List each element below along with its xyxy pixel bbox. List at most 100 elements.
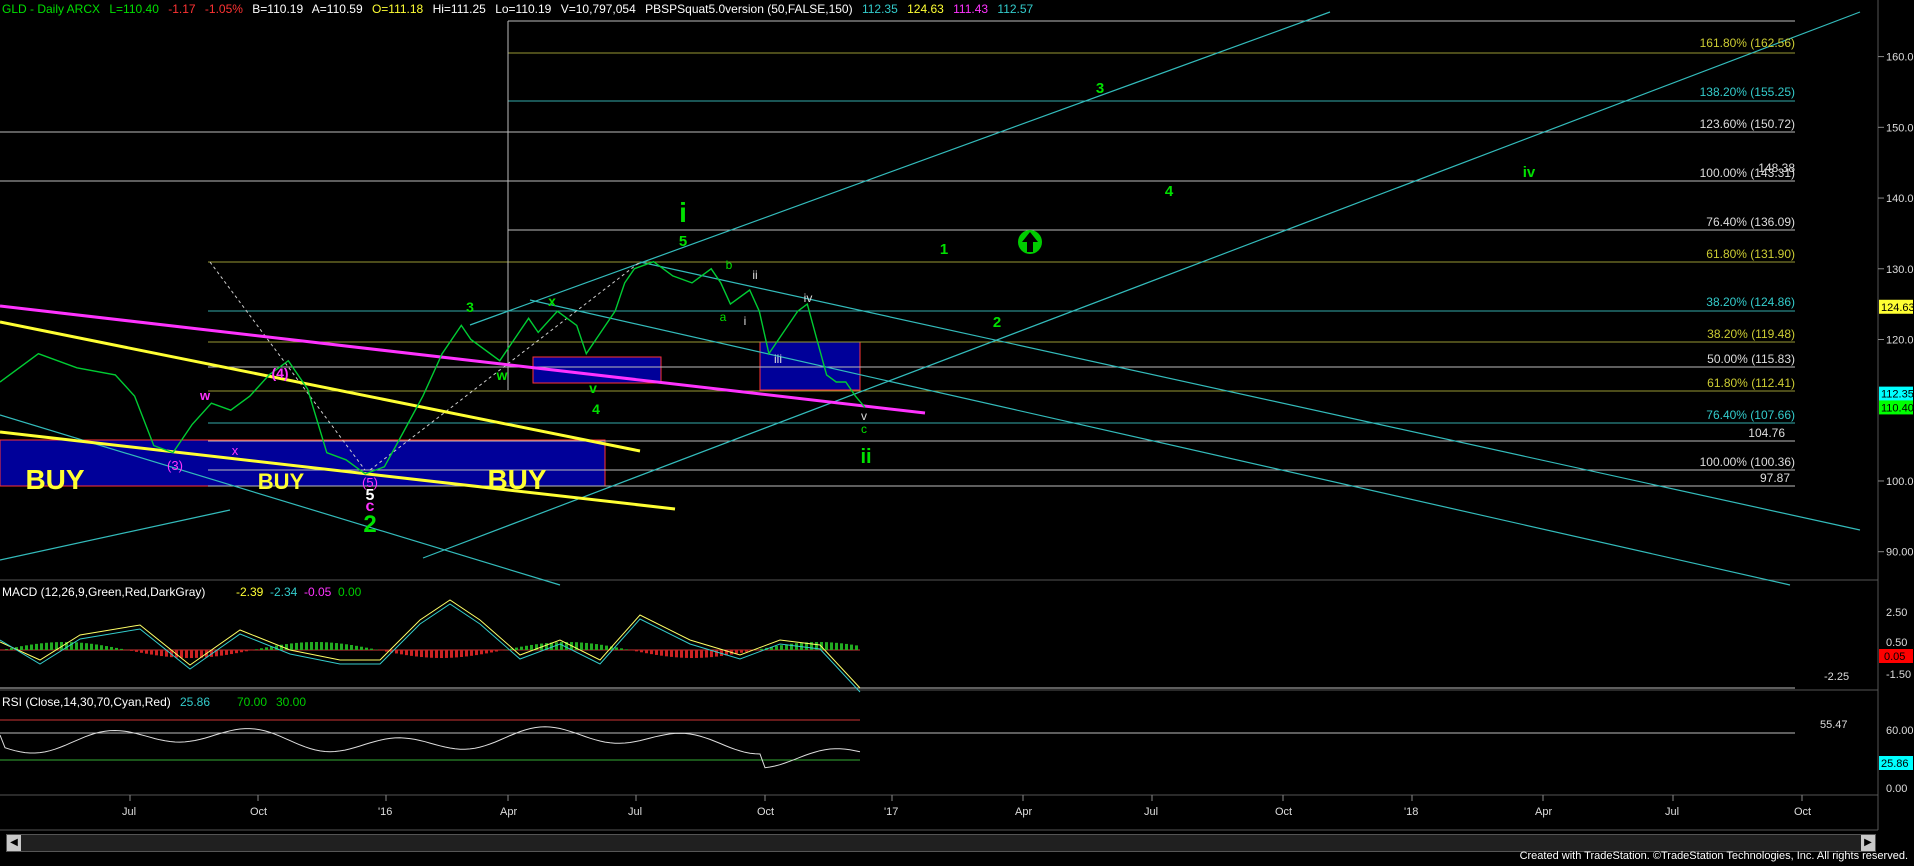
macd-bar	[30, 644, 33, 650]
macd-bar	[715, 650, 718, 657]
macd-bar	[450, 650, 453, 658]
wave-label: ii	[860, 446, 871, 468]
chart-canvas: 161.80% (162.56) 138.20% (155.25) 123.60% …	[0, 0, 1914, 831]
wave-label: i	[744, 314, 747, 328]
macd-bar	[605, 645, 608, 650]
scroll-left-arrow-icon[interactable]: ◀	[7, 835, 21, 851]
scroll-right-arrow-icon[interactable]: ▶	[1861, 835, 1875, 851]
macd-bar	[735, 650, 738, 654]
macd-bar	[230, 650, 233, 655]
macd-bar	[225, 650, 228, 655]
macd-bar	[335, 643, 338, 650]
macd-bar	[425, 650, 428, 658]
macd-bar	[235, 650, 238, 654]
macd-value-1: -2.39	[236, 585, 264, 599]
rsi-level-label: 55.47	[1820, 719, 1848, 731]
wave-label: BUY	[487, 464, 546, 495]
rsi-panel: 60.00 0.00 25.86 55.47	[0, 719, 1914, 795]
fib-lines	[0, 20, 1795, 487]
wave-label: BUY	[258, 469, 305, 494]
macd-bar	[10, 648, 13, 650]
wave-label: 2	[363, 511, 376, 538]
macd-bar	[220, 650, 223, 656]
chart-header: GLD - Daily ARCX L=110.40 -1.17 -1.05% B…	[2, 2, 1039, 16]
price-badge-text: 110.40	[1881, 402, 1914, 414]
wave-label: iii	[774, 352, 782, 366]
macd-bar	[595, 644, 598, 650]
wave-label: BUY	[25, 464, 84, 495]
indicator-value-1: 112.35	[861, 2, 898, 16]
macd-bar	[155, 650, 158, 656]
macd-bar	[470, 650, 473, 656]
macd-bar	[760, 648, 763, 650]
fib-label: 148.38	[1758, 161, 1795, 175]
price-badges: 124.63 112.35110.40	[1879, 299, 1914, 415]
macd-bar	[420, 650, 423, 658]
macd-bar	[35, 643, 38, 650]
macd-bar	[365, 647, 368, 650]
macd-bar	[615, 647, 618, 650]
macd-bar	[525, 645, 528, 650]
macd-bar	[685, 650, 688, 658]
macd-bar	[190, 650, 193, 658]
macd-bar	[790, 643, 793, 650]
price-tick-label: 120.00	[1886, 335, 1914, 347]
x-axis-ticks: Jul Oct '16 Apr Jul Oct '17 Apr Jul Oct '18 Apr Jul O…	[122, 795, 1811, 818]
x-tick-label: '18	[1404, 806, 1418, 818]
macd-bar	[305, 642, 308, 650]
macd-bar	[645, 650, 648, 654]
macd-bar	[690, 650, 693, 658]
macd-bar	[530, 644, 533, 650]
low-price: Lo=110.19	[495, 2, 552, 16]
macd-bar	[590, 643, 593, 650]
rsi-value-2: 70.00	[237, 695, 267, 709]
macd-bar	[100, 645, 103, 650]
macd-bar	[290, 643, 293, 650]
macd-bar	[835, 642, 838, 650]
wave-label: 1	[940, 241, 948, 258]
indicator-value-4: 112.57	[997, 2, 1034, 16]
macd-bar	[465, 650, 468, 657]
macd-bar	[745, 650, 748, 652]
fib-label: 161.80% (162.56)	[1700, 36, 1795, 50]
macd-bar	[635, 650, 638, 652]
macd-bar	[160, 650, 163, 657]
macd-bar	[515, 647, 518, 650]
macd-label: MACD (12,26,9,Green,Red,DarkGray)	[2, 585, 205, 599]
open-price: O=111.18	[371, 2, 424, 16]
macd-bar	[185, 650, 188, 658]
macd-bar	[560, 642, 563, 650]
macd-bar	[330, 642, 333, 650]
macd-bar	[150, 650, 153, 655]
fib-label: 38.20% (119.48)	[1707, 327, 1795, 341]
macd-bar	[495, 650, 498, 652]
macd-bar	[705, 650, 708, 658]
macd-level-label: -2.25	[1824, 671, 1849, 683]
macd-bar	[120, 648, 123, 650]
x-tick-label: Apr	[1015, 806, 1032, 818]
macd-bar	[580, 642, 583, 650]
x-tick-label: '16	[378, 806, 392, 818]
rsi-value-3: 30.00	[276, 695, 306, 709]
macd-bar	[825, 642, 828, 650]
macd-bar	[415, 650, 418, 657]
macd-bar	[840, 643, 843, 650]
macd-bar	[410, 650, 413, 656]
footer-credit: Created with TradeStation. ©TradeStation…	[1519, 850, 1908, 862]
macd-tick: 0.50	[1886, 637, 1907, 649]
wave-label: x	[548, 293, 556, 309]
up-arrow-icon	[1018, 230, 1042, 254]
macd-bar	[585, 642, 588, 650]
macd-bar	[140, 650, 143, 653]
wave-label: v	[861, 409, 867, 423]
fib-label: 50.00% (115.83)	[1707, 352, 1795, 366]
fib-label: 61.80% (131.90)	[1706, 247, 1795, 261]
macd-bar	[350, 645, 353, 650]
x-tick-label: Oct	[1275, 806, 1292, 818]
wave-label: 2	[993, 314, 1001, 331]
macd-bar	[115, 647, 118, 650]
wave-label: i	[679, 197, 687, 228]
target-zone-box	[759, 341, 861, 391]
macd-bar	[255, 649, 258, 650]
macd-bar	[500, 650, 503, 651]
